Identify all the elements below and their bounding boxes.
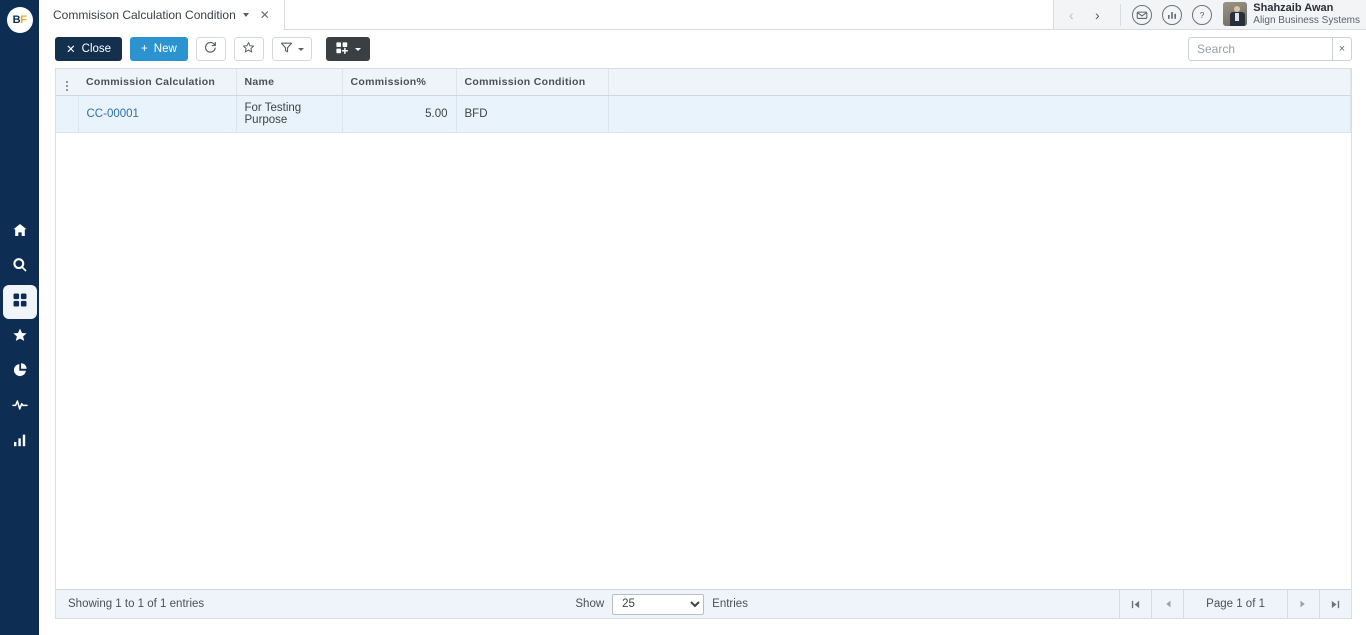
column-header-blank[interactable] <box>608 69 1351 96</box>
cell-commission-percent: 5.00 <box>342 95 457 133</box>
top-tab-bar: Commisison Calculation Condition ✕ ‹ › ?… <box>39 0 1366 30</box>
home-icon <box>12 222 28 243</box>
history-nav: ‹ › <box>1054 1 1114 29</box>
grid-icon <box>12 292 28 313</box>
tab-close-button[interactable]: ✕ <box>256 7 274 23</box>
page-size-select[interactable]: 25 <box>612 593 705 615</box>
search-icon <box>12 257 28 278</box>
column-header-commission-calculation[interactable]: Commission Calculation <box>78 69 237 96</box>
chevron-down-icon[interactable] <box>242 13 249 17</box>
cell-blank <box>608 95 1351 133</box>
sidebar-item-analytics[interactable] <box>3 425 37 459</box>
layout-options-button[interactable] <box>325 37 370 61</box>
search-box: × <box>1188 37 1352 61</box>
sidebar-item-favorites[interactable] <box>3 320 37 354</box>
mail-icon[interactable] <box>1132 4 1153 25</box>
close-icon: ✕ <box>66 44 76 56</box>
avatar <box>1223 2 1248 27</box>
row-handle-cell <box>56 95 79 133</box>
sidebar-item-home[interactable] <box>3 215 37 249</box>
next-page-icon <box>1300 600 1306 608</box>
toolbar-divider <box>1120 3 1122 26</box>
tab-title: Commisison Calculation Condition <box>53 8 236 22</box>
bottom-spacer <box>39 619 1366 635</box>
nav-back-button[interactable]: ‹ <box>1058 1 1084 29</box>
chevron-down-icon <box>297 47 304 51</box>
grid-footer: Showing 1 to 1 of 1 entries Show 25 Entr… <box>56 589 1351 618</box>
filter-button[interactable] <box>271 37 312 61</box>
close-button[interactable]: ✕ Close <box>55 37 123 61</box>
favorite-button[interactable] <box>233 37 264 61</box>
column-header-commission-condition[interactable]: Commission Condition <box>456 69 609 96</box>
chevron-down-icon <box>354 47 361 51</box>
logo-letter-f: F <box>20 14 27 26</box>
page-indicator: Page 1 of 1 <box>1183 590 1287 618</box>
activity-icon <box>11 397 28 418</box>
more-options-icon <box>66 80 68 91</box>
row-menu-handle[interactable] <box>56 69 78 96</box>
next-page-button[interactable] <box>1286 590 1319 618</box>
refresh-button[interactable] <box>195 37 226 61</box>
refresh-icon <box>204 41 217 57</box>
grid-scroll-area: Commission Calculation Name Commission% … <box>56 69 1351 589</box>
sidebar-item-reports[interactable] <box>3 355 37 389</box>
first-page-button[interactable] <box>1119 590 1151 618</box>
pagination-controls: Page 1 of 1 <box>1119 590 1351 618</box>
table-header-row: Commission Calculation Name Commission% … <box>56 69 1351 96</box>
records-grid-panel: Commission Calculation Name Commission% … <box>55 68 1352 619</box>
record-link[interactable]: CC-00001 <box>87 108 139 120</box>
sidebar-item-search[interactable] <box>3 250 37 284</box>
nav-forward-button[interactable]: › <box>1084 1 1110 29</box>
svg-text:?: ? <box>1200 10 1205 20</box>
grid-empty-space <box>56 133 1351 589</box>
app-window: BF Commisison Calculation Condition ✕ ‹ … <box>0 0 1366 635</box>
tab-commission-calculation-condition[interactable]: Commisison Calculation Condition ✕ <box>39 0 285 30</box>
logo-letter-b: B <box>12 14 21 26</box>
user-organization: Align Business Systems <box>1253 15 1360 27</box>
plus-icon: + <box>141 43 148 55</box>
grid-plus-icon <box>335 41 349 58</box>
page-size-control: Show 25 Entries <box>575 593 748 615</box>
sidebar-item-activity[interactable] <box>3 390 37 424</box>
new-button[interactable]: + New <box>130 37 188 61</box>
chart-icon[interactable] <box>1162 4 1183 25</box>
showing-entries-text: Showing 1 to 1 of 1 entries <box>68 598 205 610</box>
help-icon[interactable]: ? <box>1192 4 1213 25</box>
previous-page-icon <box>1165 600 1171 608</box>
star-icon <box>12 327 28 348</box>
cell-commission-calculation[interactable]: CC-00001 <box>78 95 237 133</box>
star-icon <box>242 41 255 57</box>
previous-page-button[interactable] <box>1151 590 1183 618</box>
records-table: Commission Calculation Name Commission% … <box>56 69 1351 133</box>
table-row[interactable]: CC-00001 For Testing Purpose 5.00 BFD <box>56 95 1351 133</box>
column-header-name[interactable]: Name <box>236 69 343 96</box>
filter-icon <box>280 41 293 57</box>
search-clear-button[interactable]: × <box>1332 37 1352 61</box>
new-button-label: New <box>153 43 177 55</box>
top-bar-actions: ‹ › ? Shahzaib Awan Align Business Syste… <box>1054 0 1366 29</box>
search-input[interactable] <box>1188 37 1332 61</box>
user-name: Shahzaib Awan <box>1253 2 1334 15</box>
show-label: Show <box>575 598 605 610</box>
cell-commission-condition: BFD <box>456 95 609 133</box>
pie-chart-icon <box>12 362 28 383</box>
column-header-commission-percent[interactable]: Commission% <box>342 69 457 96</box>
close-button-label: Close <box>81 43 112 55</box>
left-sidebar: BF <box>0 0 39 635</box>
last-page-icon <box>1331 600 1340 608</box>
sidebar-item-modules[interactable] <box>2 285 37 319</box>
tab-bar-empty-area <box>284 0 1055 29</box>
main-region: Commisison Calculation Condition ✕ ‹ › ?… <box>39 0 1366 635</box>
sidebar-nav <box>0 215 39 460</box>
entries-label: Entries <box>712 598 748 610</box>
cell-name: For Testing Purpose <box>236 95 343 133</box>
bar-chart-icon <box>12 432 28 453</box>
last-page-button[interactable] <box>1318 590 1351 618</box>
user-menu[interactable]: Shahzaib Awan Align Business Systems <box>1223 2 1360 27</box>
action-toolbar: ✕ Close + New Search × <box>39 30 1366 68</box>
app-logo[interactable]: BF <box>0 0 39 40</box>
first-page-icon <box>1131 600 1140 608</box>
